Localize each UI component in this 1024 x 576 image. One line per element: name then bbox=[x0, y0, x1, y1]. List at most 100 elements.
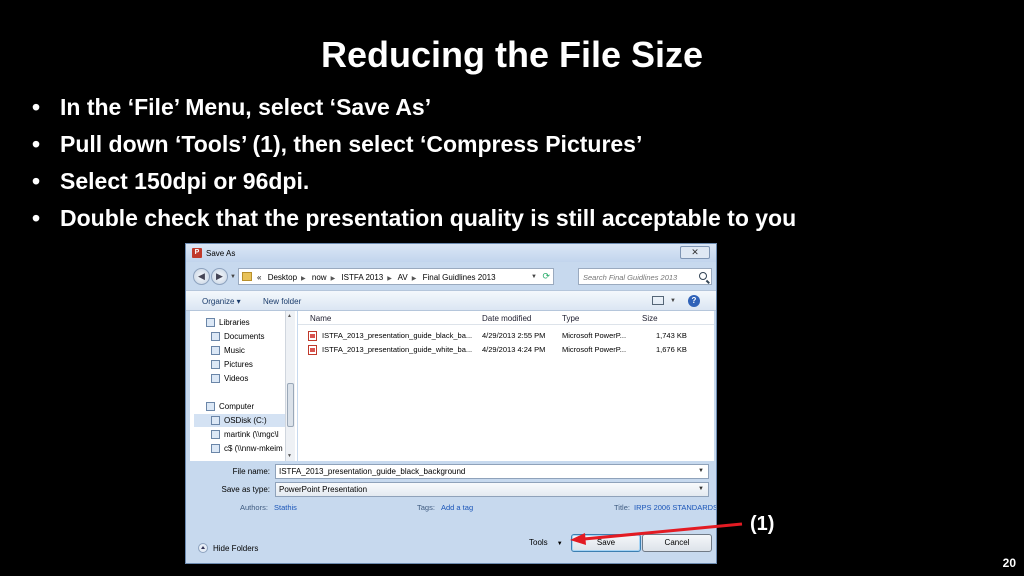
nav-item-music[interactable]: Music bbox=[211, 344, 245, 357]
search-icon[interactable] bbox=[699, 272, 707, 280]
search-input[interactable]: Search Final Guidlines 2013 bbox=[578, 268, 712, 285]
authors-value[interactable]: Stathis bbox=[274, 503, 297, 512]
breadcrumb-item[interactable]: Desktop bbox=[268, 273, 297, 282]
nav-label: c$ (\\nnw-mkeim bbox=[224, 444, 283, 453]
nav-item-videos[interactable]: Videos bbox=[211, 372, 248, 385]
nav-item-pictures[interactable]: Pictures bbox=[211, 358, 253, 371]
navigation-pane: Libraries Documents Music Pictures Video… bbox=[190, 311, 297, 461]
folder-icon bbox=[242, 272, 252, 281]
address-bar[interactable]: « Desktop ▶ now ▶ ISTFA 2013 ▶ AV ▶ Final Gu… bbox=[238, 268, 554, 285]
nav-label: Libraries bbox=[219, 318, 250, 327]
chevron-right-icon[interactable]: ▶ bbox=[331, 276, 336, 282]
nav-scrollbar[interactable]: ▲ ▼ bbox=[285, 311, 295, 461]
breadcrumb-item[interactable]: Final Guidlines 2013 bbox=[423, 273, 496, 282]
nav-label: Videos bbox=[224, 374, 249, 383]
save-button[interactable]: Save bbox=[571, 534, 641, 552]
nav-label: OSDisk (C:) bbox=[224, 416, 267, 425]
network-drive-icon bbox=[211, 430, 220, 439]
nav-label: Documents bbox=[224, 332, 265, 341]
file-date: 4/29/2013 4:24 PM bbox=[482, 345, 546, 354]
slide-title: Reducing the File Size bbox=[320, 34, 704, 75]
nav-label: Pictures bbox=[224, 360, 253, 369]
tools-dropdown[interactable]: Tools ▼ bbox=[529, 538, 563, 547]
computer-icon bbox=[206, 402, 215, 411]
nav-label: Computer bbox=[219, 402, 255, 411]
new-folder-button[interactable]: New folder bbox=[263, 297, 301, 306]
tags-label: Tags: bbox=[417, 503, 435, 512]
column-header-type[interactable]: Type bbox=[562, 314, 579, 323]
file-size: 1,743 KB bbox=[656, 331, 687, 340]
chevron-up-icon bbox=[198, 543, 208, 553]
recent-pages-dropdown-icon[interactable]: ▼ bbox=[230, 274, 236, 280]
file-list: Name Date modified Type Size ISTFA_2013_… bbox=[298, 311, 714, 461]
dialog-title: Save As bbox=[206, 249, 236, 258]
bullet-list: In the ‘File’ Menu, select ‘Save As’ Pul… bbox=[32, 90, 796, 238]
column-header-name[interactable]: Name bbox=[310, 314, 331, 323]
scrollbar-thumb[interactable] bbox=[287, 383, 294, 427]
dialog-titlebar[interactable]: P Save As ✕ bbox=[186, 244, 716, 262]
breadcrumb-overflow[interactable]: « bbox=[257, 273, 261, 282]
bullet-item: In the ‘File’ Menu, select ‘Save As’ bbox=[32, 90, 796, 127]
scroll-down-icon[interactable]: ▼ bbox=[287, 453, 292, 459]
column-header-date[interactable]: Date modified bbox=[482, 314, 531, 323]
title-label: Title: bbox=[614, 503, 630, 512]
forward-button[interactable]: ▶ bbox=[211, 268, 228, 285]
nav-item-share[interactable]: c$ (\\nnw-mkeim bbox=[211, 442, 283, 455]
address-dropdown-icon[interactable]: ▼ bbox=[531, 274, 537, 280]
tools-label: Tools bbox=[529, 538, 548, 547]
nav-item-documents[interactable]: Documents bbox=[211, 330, 264, 343]
save-type-select[interactable]: PowerPoint Presentation ▼ bbox=[275, 482, 709, 497]
nav-item-computer[interactable]: Computer bbox=[206, 400, 254, 413]
powerpoint-file-icon bbox=[308, 331, 317, 341]
organize-button[interactable]: Organize ▾ bbox=[202, 297, 241, 306]
nav-item-martink[interactable]: martink (\\mgc\l bbox=[211, 428, 279, 441]
dialog-footer: Hide Folders Tools ▼ Save Cancel bbox=[186, 530, 716, 563]
hide-folders-button[interactable]: Hide Folders bbox=[198, 543, 258, 553]
help-icon[interactable]: ? bbox=[688, 295, 700, 307]
save-type-value: PowerPoint Presentation bbox=[279, 485, 368, 494]
save-type-row: Save as type: PowerPoint Presentation ▼ bbox=[186, 482, 716, 498]
file-size: 1,676 KB bbox=[656, 345, 687, 354]
cancel-button[interactable]: Cancel bbox=[642, 534, 712, 552]
nav-item-libraries[interactable]: Libraries bbox=[206, 316, 250, 329]
back-button[interactable]: ◀ bbox=[193, 268, 210, 285]
title-value[interactable]: IRPS 2006 STANDARDS FO... bbox=[634, 503, 716, 512]
breadcrumb-item[interactable]: ISTFA 2013 bbox=[341, 273, 383, 282]
column-headers: Name Date modified Type Size bbox=[298, 311, 714, 325]
navigation-bar: ◀ ▶ ▼ « Desktop ▶ now ▶ ISTFA 2013 ▶ AV ▶ Fi… bbox=[186, 262, 716, 290]
refresh-icon[interactable]: ⟳ bbox=[542, 271, 550, 282]
file-name-input[interactable]: ISTFA_2013_presentation_guide_black_back… bbox=[275, 464, 709, 479]
documents-icon bbox=[211, 332, 220, 341]
file-name-row: File name: ISTFA_2013_presentation_guide… bbox=[186, 464, 716, 480]
command-toolbar: Organize ▾ New folder ▼ ? bbox=[186, 290, 716, 311]
bullet-item: Double check that the presentation quali… bbox=[32, 201, 796, 238]
chevron-right-icon[interactable]: ▶ bbox=[301, 276, 306, 282]
tags-value[interactable]: Add a tag bbox=[441, 503, 473, 512]
bullet-item: Pull down ‘Tools’ (1), then select ‘Comp… bbox=[32, 127, 796, 164]
videos-icon bbox=[211, 374, 220, 383]
scroll-up-icon[interactable]: ▲ bbox=[287, 313, 292, 319]
chevron-right-icon[interactable]: ▶ bbox=[387, 276, 392, 282]
chevron-right-icon[interactable]: ▶ bbox=[412, 276, 417, 282]
chevron-down-icon[interactable]: ▼ bbox=[698, 486, 704, 492]
chevron-down-icon[interactable]: ▼ bbox=[698, 468, 704, 474]
views-dropdown-icon[interactable]: ▼ bbox=[670, 298, 676, 304]
breadcrumb-item[interactable]: now bbox=[312, 273, 327, 282]
network-drive-icon bbox=[211, 444, 220, 453]
table-row[interactable]: ISTFA_2013_presentation_guide_black_ba..… bbox=[298, 329, 714, 343]
file-type: Microsoft PowerP... bbox=[562, 345, 627, 354]
column-header-size[interactable]: Size bbox=[642, 314, 658, 323]
nav-item-osdisk[interactable]: OSDisk (C:) bbox=[194, 414, 286, 427]
music-icon bbox=[211, 346, 220, 355]
breadcrumb-item[interactable]: AV bbox=[398, 273, 408, 282]
save-as-dialog: P Save As ✕ ◀ ▶ ▼ « Desktop ▶ now ▶ ISTFA … bbox=[185, 243, 717, 564]
bullet-item: Select 150dpi or 96dpi. bbox=[32, 164, 796, 201]
libraries-icon bbox=[206, 318, 215, 327]
file-name: ISTFA_2013_presentation_guide_black_ba..… bbox=[322, 331, 473, 340]
table-row[interactable]: ISTFA_2013_presentation_guide_white_ba..… bbox=[298, 343, 714, 357]
nav-label: Music bbox=[224, 346, 245, 355]
file-type: Microsoft PowerP... bbox=[562, 331, 627, 340]
close-button[interactable]: ✕ bbox=[680, 246, 710, 259]
powerpoint-file-icon bbox=[308, 345, 317, 355]
views-icon[interactable] bbox=[652, 296, 664, 305]
